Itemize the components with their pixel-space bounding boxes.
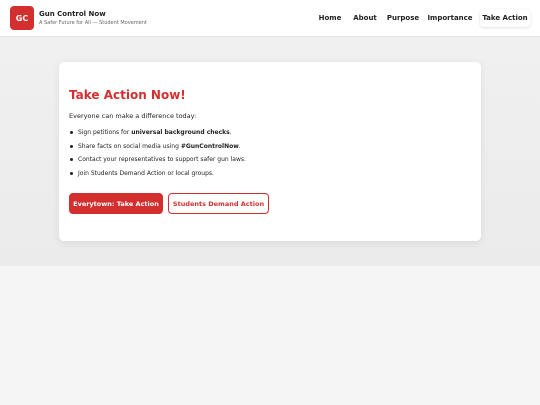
list-item-text: Share facts on social media using	[78, 142, 181, 150]
list-item: Join Students Demand Action or local gro…	[69, 169, 246, 183]
nav-home[interactable]: Home	[316, 10, 344, 26]
take-action-card: Take Action Now! Everyone can make a dif…	[59, 62, 481, 241]
list-item-end: .	[229, 129, 232, 136]
list-item-text: Contact your representatives to support …	[78, 156, 246, 163]
page-background	[0, 266, 540, 405]
list-item: Share facts on social media using #GunCo…	[69, 142, 246, 156]
site-title[interactable]: Gun Control Now	[39, 10, 106, 18]
nav-purpose[interactable]: Purpose	[386, 10, 420, 26]
list-item-bold: #GunControlNow	[180, 142, 239, 150]
site-header: GC Gun Control Now A Safer Future for Al…	[0, 0, 540, 37]
nav-about[interactable]: About	[351, 10, 379, 26]
list-item-text: Sign petitions for	[78, 129, 132, 136]
logo[interactable]: GC	[10, 6, 34, 30]
list-item-text: Join Students Demand Action or local gro…	[78, 169, 214, 177]
everytown-button[interactable]: Everytown: Take Action	[69, 193, 163, 214]
action-list: Sign petitions for universal background …	[69, 128, 246, 182]
site-subtitle: A Safer Future for All — Student Movemen…	[39, 20, 147, 26]
list-item-end: .	[238, 142, 241, 150]
list-item-bold: universal background checks	[131, 129, 230, 136]
nav-take-action[interactable]: Take Action	[480, 9, 530, 27]
nav-importance[interactable]: Importance	[427, 10, 473, 26]
list-item: Contact your representatives to support …	[69, 155, 246, 169]
card-intro: Everyone can make a difference today:	[69, 112, 197, 120]
students-demand-action-button[interactable]: Students Demand Action	[168, 193, 269, 214]
card-title: Take Action Now!	[69, 88, 186, 102]
list-item: Sign petitions for universal background …	[69, 128, 246, 142]
